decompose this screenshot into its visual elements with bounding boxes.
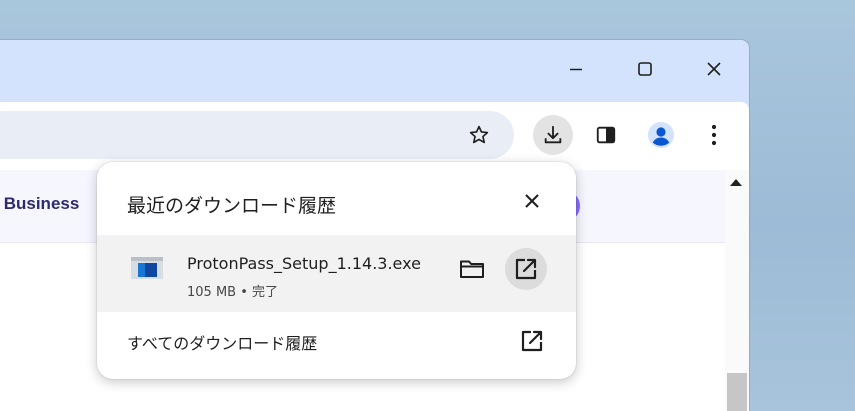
vertical-scrollbar[interactable]	[725, 170, 749, 411]
more-menu-icon	[711, 124, 717, 146]
side-panel-button[interactable]	[586, 115, 626, 155]
open-external-icon	[517, 326, 547, 356]
title-bar	[0, 40, 749, 102]
scroll-up-arrow-icon[interactable]	[730, 179, 742, 186]
folder-icon	[460, 260, 484, 278]
minimize-button[interactable]	[553, 52, 599, 86]
download-panel-title: 最近のダウンロード履歴	[127, 195, 337, 217]
profile-button[interactable]	[641, 115, 681, 155]
download-status: 105 MB • 完了	[187, 285, 279, 300]
more-menu-button[interactable]	[694, 115, 734, 155]
banner-text: or Business	[0, 194, 80, 213]
close-icon	[525, 194, 539, 208]
open-external-icon	[515, 258, 537, 280]
maximize-button[interactable]	[622, 52, 668, 86]
maximize-icon	[638, 62, 652, 76]
all-downloads-link[interactable]: すべてのダウンロード履歴	[97, 312, 576, 370]
bookmark-star-icon	[469, 125, 489, 144]
open-file-button[interactable]	[505, 248, 547, 290]
profile-icon	[648, 122, 674, 148]
window-close-button[interactable]	[691, 52, 737, 86]
download-icon	[544, 125, 562, 144]
minimize-icon	[570, 68, 582, 71]
show-in-folder-button[interactable]	[451, 248, 493, 290]
close-icon	[707, 62, 721, 76]
download-file-name[interactable]: ProtonPass_Setup_1.14.3.exe	[187, 254, 421, 273]
browser-toolbar	[0, 102, 749, 170]
all-downloads-label: すべてのダウンロード履歴	[127, 334, 318, 353]
side-panel-icon	[596, 126, 616, 144]
download-panel-close-button[interactable]	[518, 187, 546, 215]
downloads-button[interactable]	[533, 115, 573, 155]
scroll-thumb[interactable]	[727, 373, 747, 411]
download-panel: 最近のダウンロード履歴 ProtonPass_Setup_1.14.3.exe …	[97, 162, 576, 379]
bookmark-button[interactable]	[459, 115, 499, 155]
installer-file-icon	[131, 257, 163, 279]
download-item[interactable]: ProtonPass_Setup_1.14.3.exe 105 MB • 完了	[97, 235, 576, 312]
address-bar[interactable]	[0, 111, 514, 159]
